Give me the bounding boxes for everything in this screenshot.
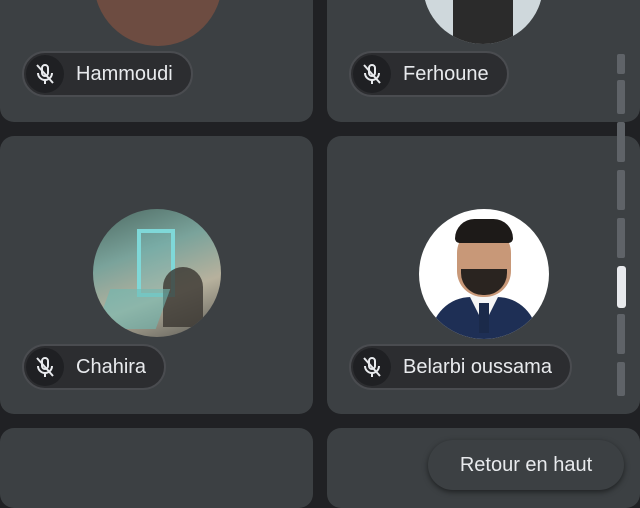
scrollbar-track-segment [617, 314, 625, 354]
participant-name: Hammoudi [76, 62, 173, 85]
scrollbar-track-segment [617, 54, 625, 74]
mic-off-icon [26, 55, 64, 93]
name-chip: Belarbi oussama [349, 344, 572, 390]
avatar [94, 0, 222, 46]
avatar [93, 209, 221, 337]
participant-name: Belarbi oussama [403, 355, 552, 378]
avatar [419, 209, 549, 339]
scrollbar-track-segment [617, 122, 625, 162]
participant-tile-partial[interactable] [0, 428, 313, 508]
mic-off-icon [26, 348, 64, 386]
participant-tile-hammoudi[interactable]: Hammoudi [0, 0, 313, 122]
mic-off-icon [353, 55, 391, 93]
scrollbar-thumb[interactable] [617, 266, 626, 308]
mic-off-icon [353, 348, 391, 386]
scrollbar-track-segment [617, 80, 625, 114]
name-chip: Hammoudi [22, 51, 193, 97]
scrollbar-track-segment [617, 218, 625, 258]
avatar [423, 0, 543, 44]
name-chip: Ferhoune [349, 51, 509, 97]
scrollbar-track-segment [617, 362, 625, 396]
name-chip: Chahira [22, 344, 167, 390]
participant-tile-chahira[interactable]: Chahira [0, 136, 313, 414]
participant-name: Ferhoune [403, 62, 489, 85]
participant-name: Chahira [76, 355, 147, 378]
scrollbar-track-segment [617, 170, 625, 210]
back-to-top-button[interactable]: Retour en haut [428, 440, 624, 490]
participant-tile-belarbi-oussama[interactable]: Belarbi oussama [327, 136, 640, 414]
participant-tile-ferhoune[interactable]: Ferhoune [327, 0, 640, 122]
